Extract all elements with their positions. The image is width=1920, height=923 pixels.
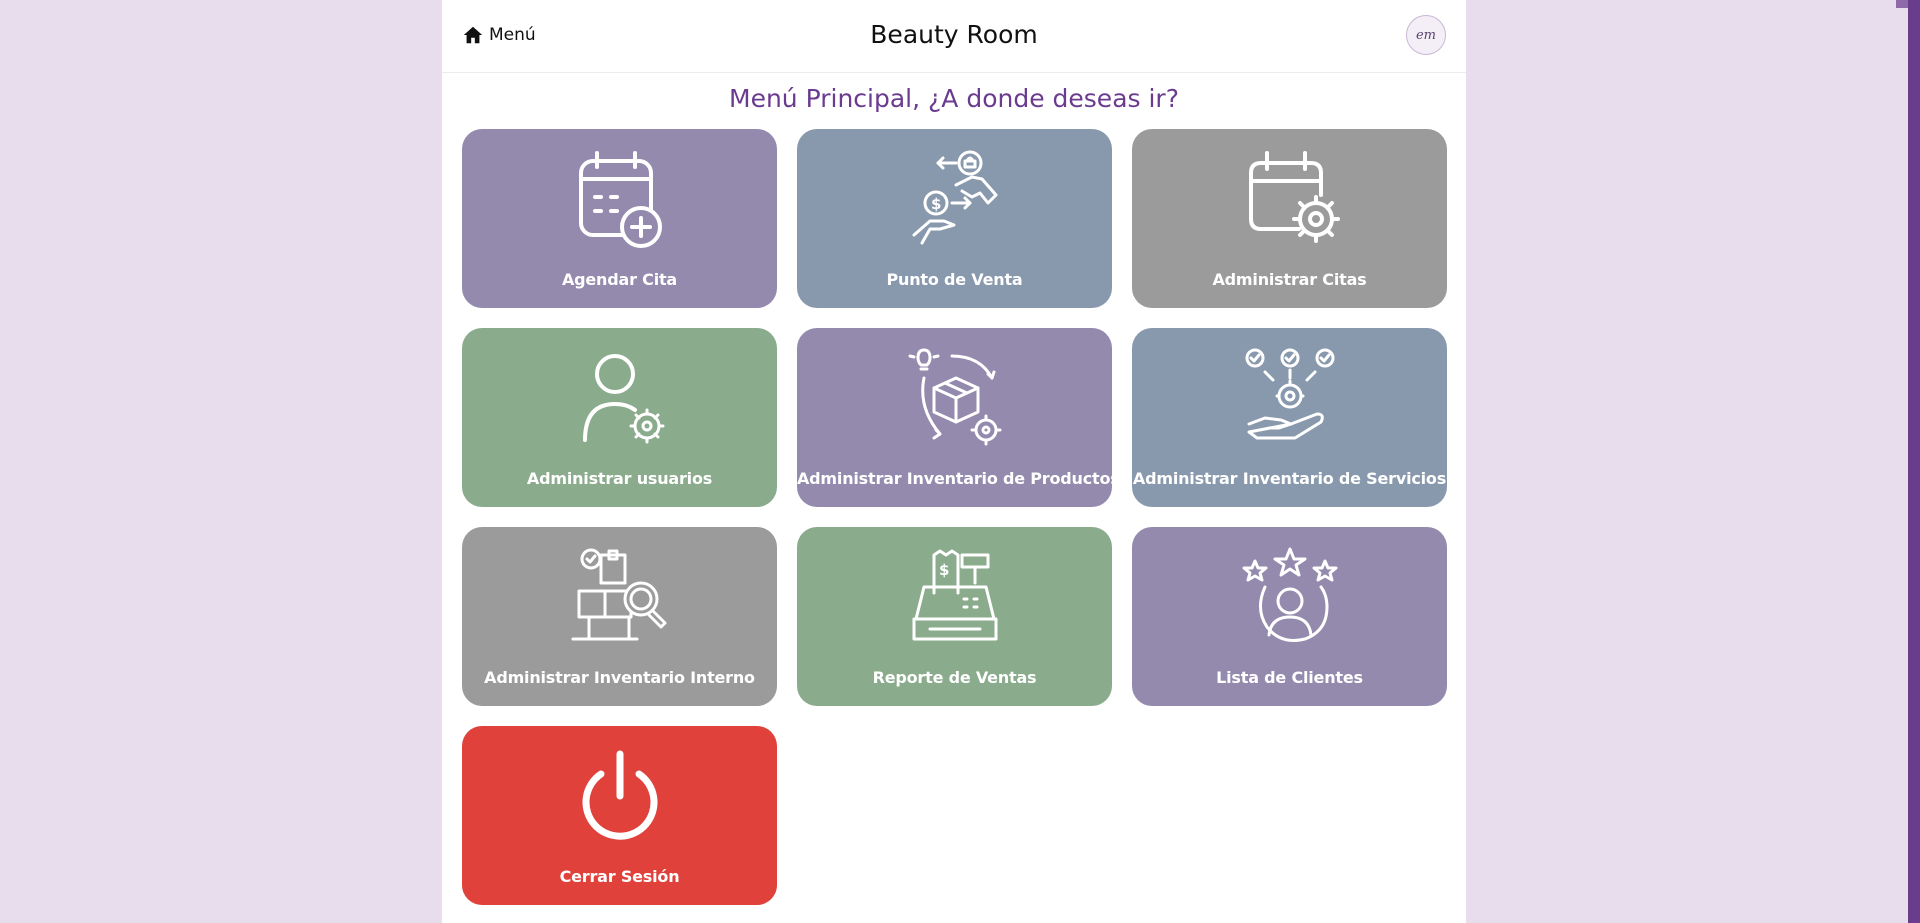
tile-label: Administrar Inventario de Servicios xyxy=(1132,469,1447,488)
svg-text:$: $ xyxy=(939,561,949,579)
tile-agendar-cita[interactable]: Agendar Cita xyxy=(462,129,777,308)
calendar-plus-icon xyxy=(565,149,675,249)
tile-inventario-productos[interactable]: Administrar Inventario de Productos xyxy=(797,328,1120,507)
menu-grid: Agendar Cita $ Punto de Venta Administra… xyxy=(462,129,1447,905)
tile-label: Administrar Inventario Interno xyxy=(484,668,755,687)
tile-label: Administrar Inventario de Productos xyxy=(797,469,1120,488)
tile-cerrar-sesion[interactable]: Cerrar Sesión xyxy=(462,726,777,905)
power-icon xyxy=(565,746,675,846)
tile-label: Administrar usuarios xyxy=(526,469,713,488)
top-navbar: Menú Beauty Room em xyxy=(442,0,1466,73)
tile-label: Agendar Cita xyxy=(561,270,678,289)
tile-label: Administrar Citas xyxy=(1212,270,1367,289)
user-gear-icon xyxy=(565,348,675,448)
scroll-edge xyxy=(1896,0,1908,8)
page-title: Menú Principal, ¿A donde deseas ir? xyxy=(729,84,1179,113)
client-stars-icon xyxy=(1235,547,1345,647)
brand-title: Beauty Room xyxy=(870,20,1038,49)
avatar-monogram: em xyxy=(1415,27,1437,43)
app-container: Menú Beauty Room em Menú Principal, ¿A d… xyxy=(442,0,1466,923)
tile-label: Reporte de Ventas xyxy=(872,668,1037,687)
home-icon xyxy=(463,26,483,44)
tile-punto-de-venta[interactable]: $ Punto de Venta xyxy=(797,129,1112,308)
tile-administrar-usuarios[interactable]: Administrar usuarios xyxy=(462,328,777,507)
tile-inventario-servicios[interactable]: Administrar Inventario de Servicios xyxy=(1132,328,1447,507)
tile-lista-clientes[interactable]: Lista de Clientes xyxy=(1132,527,1447,706)
menu-label: Menú xyxy=(489,25,536,45)
page-scrollbar[interactable] xyxy=(1908,0,1920,923)
cash-register-icon: $ xyxy=(900,547,1010,647)
exchange-hands-icon: $ xyxy=(900,149,1010,249)
hand-gear-checks-icon xyxy=(1235,348,1345,448)
tile-label: Punto de Venta xyxy=(886,270,1023,289)
box-cycle-icon xyxy=(900,348,1010,448)
tile-label: Cerrar Sesión xyxy=(559,867,680,886)
tile-label: Lista de Clientes xyxy=(1216,668,1363,687)
avatar[interactable]: em xyxy=(1406,15,1446,55)
tile-inventario-interno[interactable]: Administrar Inventario Interno xyxy=(462,527,777,706)
calendar-gear-icon xyxy=(1235,149,1345,249)
boxes-search-icon xyxy=(565,547,675,647)
tile-administrar-citas[interactable]: Administrar Citas xyxy=(1132,129,1447,308)
menu-link[interactable]: Menú xyxy=(462,24,536,46)
tile-reporte-ventas[interactable]: $ Reporte de Ventas xyxy=(797,527,1112,706)
svg-text:$: $ xyxy=(931,195,941,213)
